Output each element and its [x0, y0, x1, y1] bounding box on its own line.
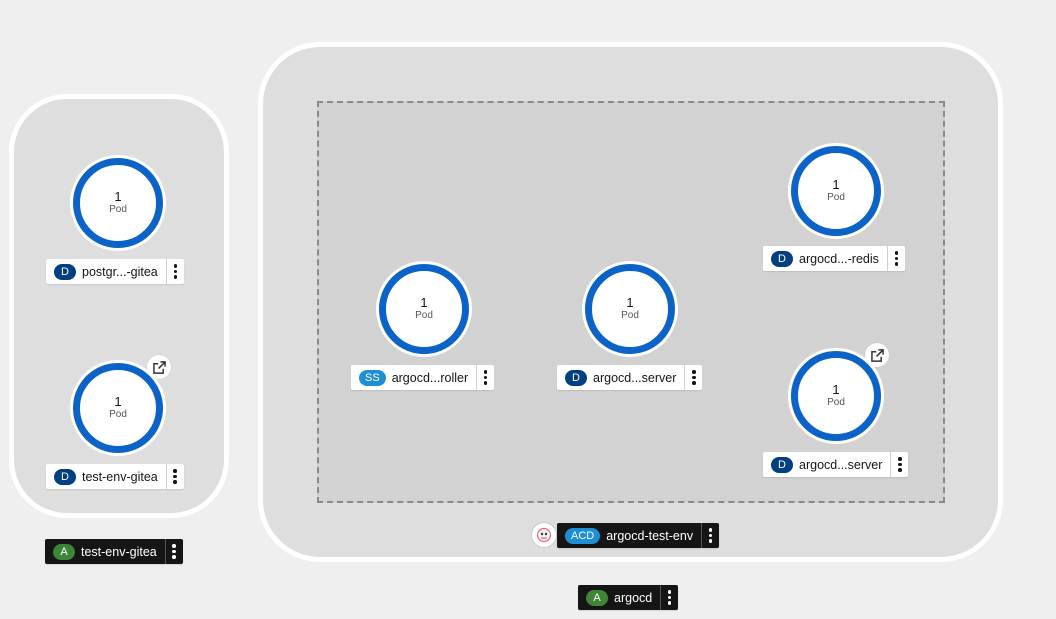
pod-donut: 1 Pod: [73, 363, 163, 453]
argocd-badge: ACD: [565, 527, 601, 544]
node-name: test-env-gitea: [82, 469, 158, 484]
node-name: argocd...roller: [391, 370, 469, 385]
kebab-menu-icon[interactable]: [701, 523, 719, 548]
kebab-menu-icon[interactable]: [890, 452, 908, 477]
node-label-postgres-gitea[interactable]: D postgr...-gitea: [46, 259, 184, 284]
kebab-menu-icon[interactable]: [165, 464, 184, 489]
pod-unit: Pod: [621, 310, 639, 321]
pod-donut: 1 Pod: [379, 264, 469, 354]
pod-count: 1: [114, 394, 122, 409]
argo-logo-icon: [531, 522, 557, 548]
pod-ring-argocd-application-controller[interactable]: 1 Pod: [376, 261, 472, 357]
pod-count: 1: [832, 177, 840, 192]
kebab-menu-icon[interactable]: [660, 585, 678, 610]
external-link-icon[interactable]: [865, 343, 889, 367]
kebab-menu-icon[interactable]: [476, 365, 494, 390]
node-label-argocd-redis[interactable]: D argocd...-redis: [763, 246, 905, 271]
cluster-label-argocd-test-env[interactable]: ACD argocd-test-env: [557, 523, 720, 548]
pod-ring-postgres-gitea[interactable]: 1 Pod: [70, 155, 166, 251]
group-name: test-env-gitea: [81, 544, 157, 559]
statefulset-badge: SS: [359, 369, 386, 386]
pod-unit: Pod: [827, 397, 845, 408]
pod-unit: Pod: [827, 192, 845, 203]
deployment-badge: D: [565, 369, 587, 386]
kebab-menu-icon[interactable]: [684, 365, 702, 390]
deployment-badge: D: [771, 456, 793, 473]
node-name: argocd...server: [593, 370, 677, 385]
application-badge: A: [586, 589, 608, 606]
pod-count: 1: [420, 295, 428, 310]
application-badge: A: [53, 543, 75, 560]
node-label-test-env-gitea[interactable]: D test-env-gitea: [46, 464, 184, 489]
pod-unit: Pod: [109, 409, 127, 420]
pod-donut: 1 Pod: [791, 351, 881, 441]
group-label-test-env-gitea[interactable]: A test-env-gitea: [45, 539, 183, 564]
pod-count: 1: [114, 189, 122, 204]
kebab-menu-icon[interactable]: [886, 246, 905, 271]
deployment-badge: D: [54, 468, 76, 485]
pod-donut: 1 Pod: [585, 264, 675, 354]
kebab-menu-icon[interactable]: [164, 539, 183, 564]
node-label-argocd-server[interactable]: D argocd...server: [763, 452, 909, 477]
node-name: argocd...-redis: [799, 251, 879, 266]
node-name: argocd...server: [799, 457, 883, 472]
cluster-name: argocd-test-env: [606, 528, 694, 543]
pod-unit: Pod: [109, 204, 127, 215]
node-label-argocd-repo-server[interactable]: D argocd...server: [557, 365, 703, 390]
pod-count: 1: [832, 382, 840, 397]
deployment-badge: D: [771, 250, 793, 267]
group-label-argocd[interactable]: A argocd: [578, 585, 679, 610]
pod-ring-argocd-redis[interactable]: 1 Pod: [788, 143, 884, 239]
node-name: postgr...-gitea: [82, 264, 158, 279]
pod-count: 1: [626, 295, 634, 310]
pod-donut: 1 Pod: [73, 158, 163, 248]
node-label-argocd-controller[interactable]: SS argocd...roller: [351, 365, 495, 390]
group-name: argocd: [614, 590, 653, 605]
kebab-menu-icon[interactable]: [165, 259, 184, 284]
pod-unit: Pod: [415, 310, 433, 321]
external-link-icon[interactable]: [147, 355, 171, 379]
pod-donut: 1 Pod: [791, 146, 881, 236]
deployment-badge: D: [54, 263, 76, 280]
pod-ring-argocd-repo-server[interactable]: 1 Pod: [582, 261, 678, 357]
